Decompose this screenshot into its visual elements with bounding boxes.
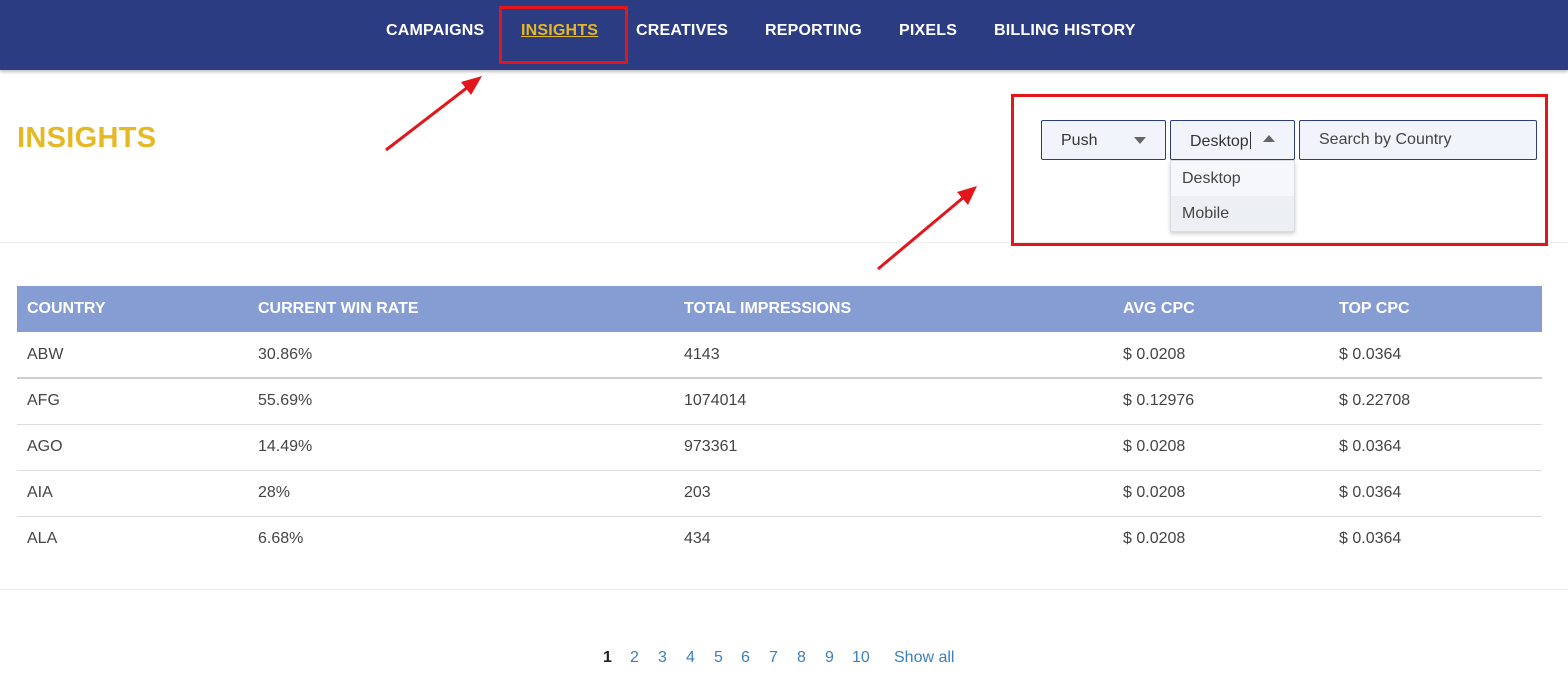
cell-impressions: 1074014	[674, 378, 1113, 425]
top-navigation-bar: CAMPAIGNS INSIGHTS CREATIVES REPORTING P…	[0, 0, 1568, 70]
chevron-up-icon	[1263, 135, 1275, 142]
page-link-3[interactable]: 3	[658, 649, 667, 667]
table-divider	[0, 589, 1568, 590]
cell-win-rate: 6.68%	[258, 530, 304, 548]
cell-country: ABW	[17, 332, 248, 379]
page-link-6[interactable]: 6	[741, 649, 750, 667]
cell-top-cpc: $ 0.0364	[1339, 530, 1402, 548]
column-header-current-win-rate[interactable]: CURRENT WIN RATE	[248, 286, 674, 332]
table-row: ALA 6.68% 434 $ 0.0208 $ 0.0364	[17, 516, 1542, 562]
search-by-country-input[interactable]	[1299, 120, 1537, 160]
nav-item-billing-history[interactable]: BILLING HISTORY	[994, 22, 1136, 40]
cell-win-rate: 28%	[248, 470, 674, 517]
nav-item-pixels[interactable]: PIXELS	[899, 22, 957, 40]
dropdown-option-mobile[interactable]: Mobile	[1171, 196, 1294, 231]
table-header-row: COUNTRY CURRENT WIN RATE TOTAL IMPRESSIO…	[17, 286, 1542, 332]
cell-win-rate: 55.69%	[248, 378, 674, 425]
cell-top-cpc: $ 0.0364	[1329, 470, 1542, 517]
text-cursor	[1249, 132, 1251, 149]
nav-item-campaigns[interactable]: CAMPAIGNS	[386, 22, 484, 40]
device-dropdown-menu: Desktop Mobile	[1170, 160, 1295, 232]
cell-win-rate: 30.86%	[248, 332, 674, 379]
table-row: AGO 14.49% 973361 $ 0.0208 $ 0.0364	[17, 424, 1542, 471]
cell-win-rate: 14.49%	[248, 424, 674, 471]
page-link-1: 1	[603, 649, 612, 666]
nav-item-creatives[interactable]: CREATIVES	[636, 22, 728, 40]
page-link-4[interactable]: 4	[686, 649, 695, 667]
table-row: AIA 28% 203 $ 0.0208 $ 0.0364	[17, 470, 1542, 517]
page-link-8[interactable]: 8	[797, 649, 806, 667]
cell-top-cpc: $ 0.22708	[1329, 378, 1542, 425]
insights-table: COUNTRY CURRENT WIN RATE TOTAL IMPRESSIO…	[17, 286, 1542, 562]
page-link-7[interactable]: 7	[769, 649, 778, 667]
cell-impressions: 203	[674, 470, 1113, 517]
campaign-type-select[interactable]: Push	[1041, 120, 1166, 160]
cell-impressions: 4143	[674, 332, 1113, 379]
nav-item-insights[interactable]: INSIGHTS	[521, 22, 598, 40]
column-header-total-impressions[interactable]: TOTAL IMPRESSIONS	[674, 286, 1113, 332]
cell-impressions: 434	[684, 530, 711, 548]
page-link-2[interactable]: 2	[630, 649, 639, 667]
cell-country: ALA	[27, 530, 58, 548]
device-select-value: Desktop	[1190, 132, 1251, 150]
cell-avg-cpc: $ 0.0208	[1113, 424, 1329, 471]
cell-avg-cpc: $ 0.0208	[1123, 530, 1186, 548]
cell-avg-cpc: $ 0.0208	[1113, 332, 1329, 379]
cell-top-cpc: $ 0.0364	[1329, 332, 1542, 379]
table-row: AFG 55.69% 1074014 $ 0.12976 $ 0.22708	[17, 378, 1542, 425]
cell-avg-cpc: $ 0.0208	[1113, 470, 1329, 517]
page-link-5[interactable]: 5	[714, 649, 723, 667]
nav-item-reporting[interactable]: REPORTING	[765, 22, 862, 40]
table-row: ABW 30.86% 4143 $ 0.0208 $ 0.0364	[17, 332, 1542, 379]
page-link-10[interactable]: 10	[852, 649, 870, 667]
column-header-avg-cpc[interactable]: AVG CPC	[1113, 286, 1329, 332]
column-header-country[interactable]: COUNTRY	[17, 286, 248, 332]
column-header-top-cpc[interactable]: TOP CPC	[1329, 286, 1542, 332]
cell-avg-cpc: $ 0.12976	[1113, 378, 1329, 425]
annotation-arrow-to-filters	[877, 186, 977, 271]
device-select[interactable]: Desktop	[1170, 120, 1295, 160]
cell-country: AGO	[17, 424, 248, 471]
cell-country: AIA	[17, 470, 248, 517]
cell-country: AFG	[17, 378, 248, 425]
cell-top-cpc: $ 0.0364	[1329, 424, 1542, 471]
annotation-arrow-to-insights-tab	[385, 76, 482, 152]
header-divider	[0, 242, 1568, 243]
chevron-down-icon	[1134, 137, 1146, 144]
show-all-link[interactable]: Show all	[894, 649, 954, 667]
page-link-9[interactable]: 9	[825, 649, 834, 667]
cell-impressions: 973361	[674, 424, 1113, 471]
campaign-type-value: Push	[1061, 132, 1098, 149]
dropdown-option-desktop[interactable]: Desktop	[1171, 161, 1294, 196]
page-title: INSIGHTS	[17, 122, 157, 154]
